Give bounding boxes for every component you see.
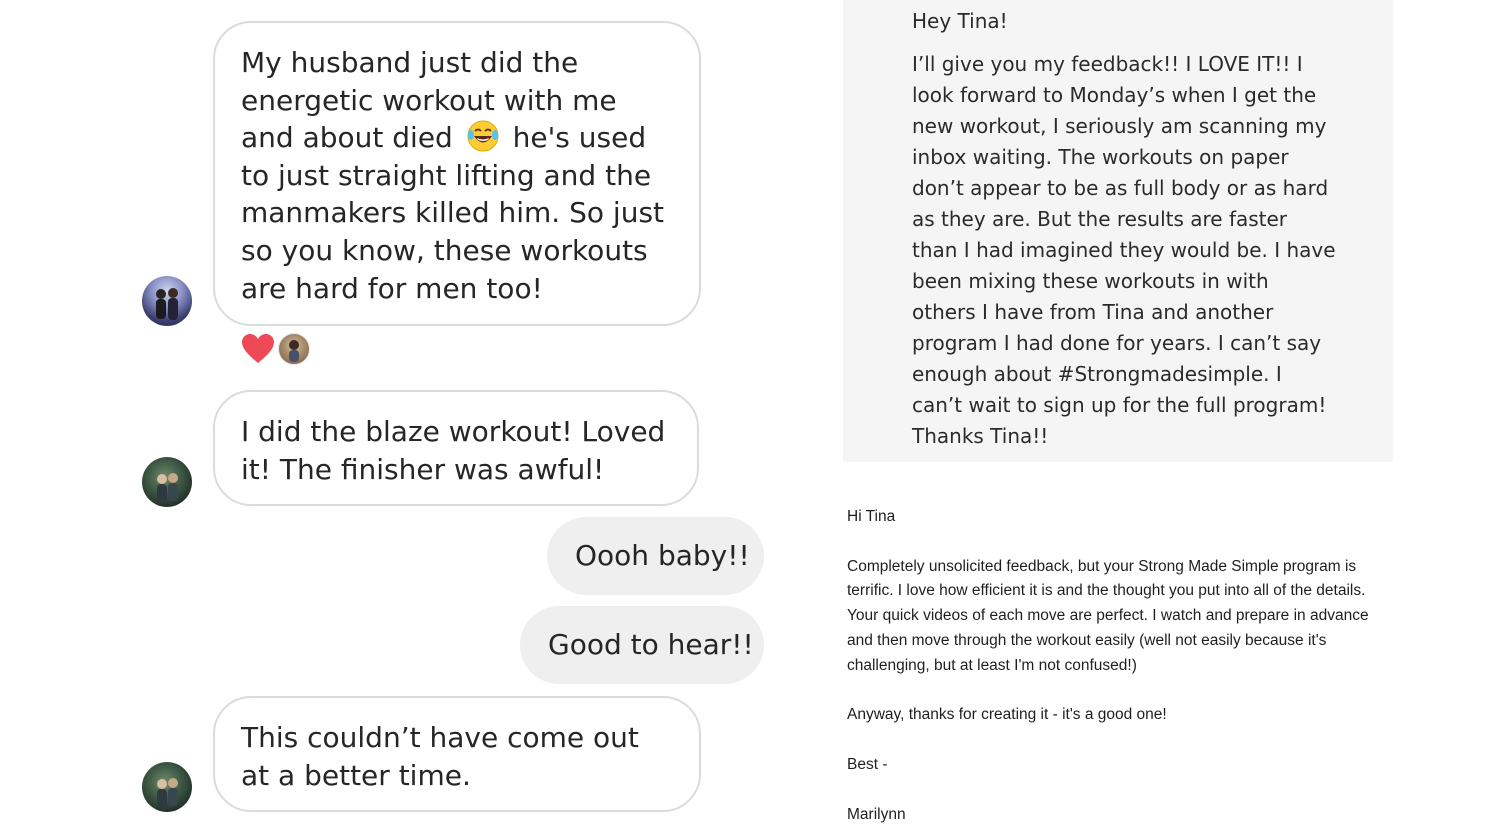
message-text: This couldn’t have come out at a better … <box>241 721 639 792</box>
message-bubble-incoming[interactable]: I did the blaze workout! Loved it! The f… <box>213 390 699 506</box>
sender-avatar[interactable] <box>142 762 192 812</box>
face-with-tears-of-joy-icon <box>467 120 499 152</box>
message-bubble-incoming[interactable]: This couldn’t have come out at a better … <box>213 696 701 812</box>
message-text: Good to hear!! <box>548 628 754 661</box>
sender-avatar[interactable] <box>142 457 192 507</box>
testimonial-body: I’ll give you my feedback!! I LOVE IT!! … <box>912 52 1336 448</box>
message-text: Oooh baby!! <box>575 539 750 572</box>
heart-reaction-icon[interactable] <box>241 333 275 365</box>
testimonial-greeting: Hey Tina! <box>912 9 1008 33</box>
email-paragraph: Completely unsolicited feedback, but you… <box>847 557 1369 674</box>
email-testimonial: Hi Tina Completely unsolicited feedback,… <box>847 505 1392 827</box>
avatar-photo-icon <box>157 778 178 807</box>
avatar-photo-icon <box>157 473 178 502</box>
message-text: I did the blaze workout! Loved it! The f… <box>241 415 666 486</box>
avatar-photo-icon <box>156 288 178 320</box>
testimonial-panel: Hey Tina! I’ll give you my feedback!! I … <box>843 0 1393 462</box>
message-bubble-outgoing[interactable]: Good to hear!! <box>520 606 764 684</box>
message-bubble-incoming[interactable]: My husband just did the energetic workou… <box>213 21 701 326</box>
email-signature: Marilynn <box>847 805 906 823</box>
testimonials-collage: My husband just did the energetic workou… <box>0 0 1506 836</box>
email-closing-line: Anyway, thanks for creating it - it's a … <box>847 706 1167 724</box>
sender-avatar[interactable] <box>142 276 192 326</box>
reactor-avatar[interactable] <box>278 333 310 365</box>
email-greeting: Hi Tina <box>847 508 896 525</box>
email-signoff: Best - <box>847 755 888 773</box>
avatar-photo-icon <box>289 340 299 362</box>
message-bubble-outgoing[interactable]: Oooh baby!! <box>547 517 764 595</box>
